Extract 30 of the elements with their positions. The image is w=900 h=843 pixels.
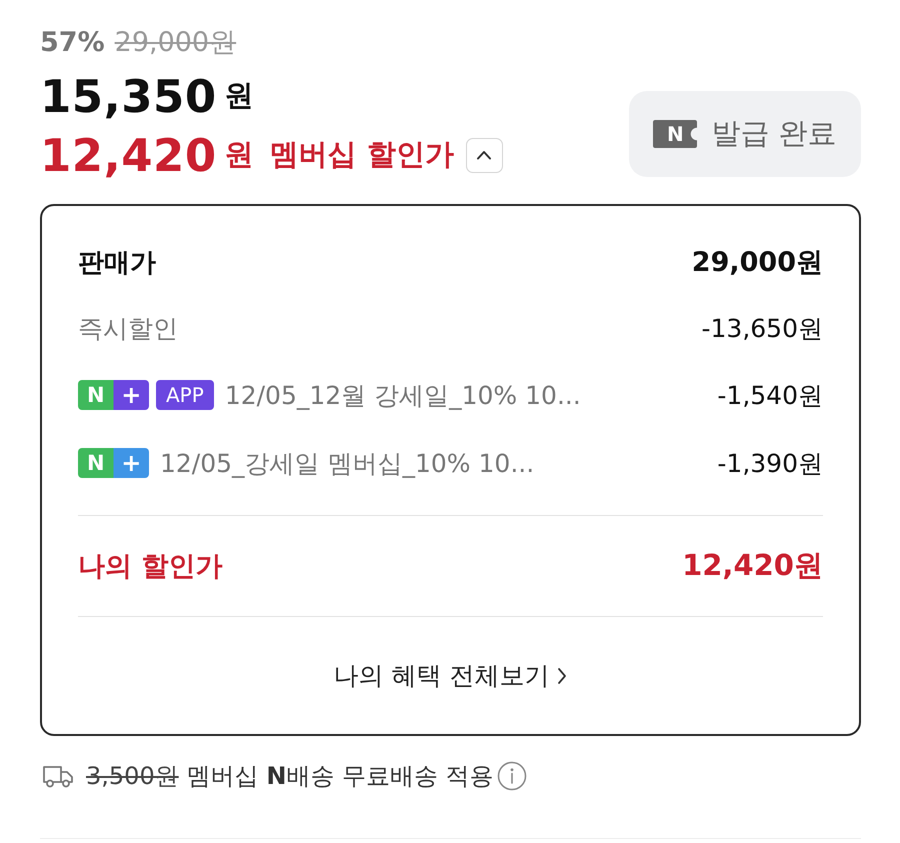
app-badge: APP <box>156 380 214 410</box>
sale-price-label: 판매가 <box>78 246 156 280</box>
coupon-ticket-badge: N <box>653 120 698 148</box>
coupon-name: 12/05_강세일 멤버십_10% 10... <box>160 448 534 480</box>
view-all-benefits-link[interactable]: 나의 혜택 전체보기 <box>334 659 568 692</box>
member-price-label: 멤버십 할인가 <box>270 136 454 173</box>
original-delivery-fee: 3,500원 <box>86 761 179 792</box>
discount-rate: 57% <box>40 26 105 58</box>
currency-unit: 원 <box>224 136 254 173</box>
coupon-name: 12/05_12월 강세일_10% 10... <box>224 380 581 412</box>
sale-price: 15,350 <box>40 70 217 122</box>
original-price: 29,000원 <box>114 26 236 60</box>
coupon-issued-button[interactable]: N 발급 완료 <box>629 91 861 177</box>
my-price-value: 12,420원 <box>682 547 823 584</box>
info-icon[interactable] <box>496 761 527 791</box>
free-delivery-text: 멤버십 N배송 무료배송 적용 <box>186 761 494 792</box>
sale-price-value: 29,000원 <box>692 246 823 280</box>
truck-icon <box>42 764 74 788</box>
currency-unit: 원 <box>224 77 254 114</box>
naver-plus-badge: N + <box>78 380 149 410</box>
my-price-label: 나의 할인가 <box>78 550 222 584</box>
collapse-button[interactable] <box>466 138 503 172</box>
discount-amount: -1,540원 <box>717 380 823 412</box>
chevron-up-icon <box>476 150 492 160</box>
instant-discount-label: 즉시할인 <box>78 312 178 344</box>
chevron-right-icon <box>557 666 568 684</box>
discount-amount: -13,650원 <box>702 312 823 344</box>
naver-plus-badge: N + <box>78 448 149 478</box>
member-price: 12,420 <box>40 128 217 182</box>
discount-amount: -1,390원 <box>717 448 823 480</box>
